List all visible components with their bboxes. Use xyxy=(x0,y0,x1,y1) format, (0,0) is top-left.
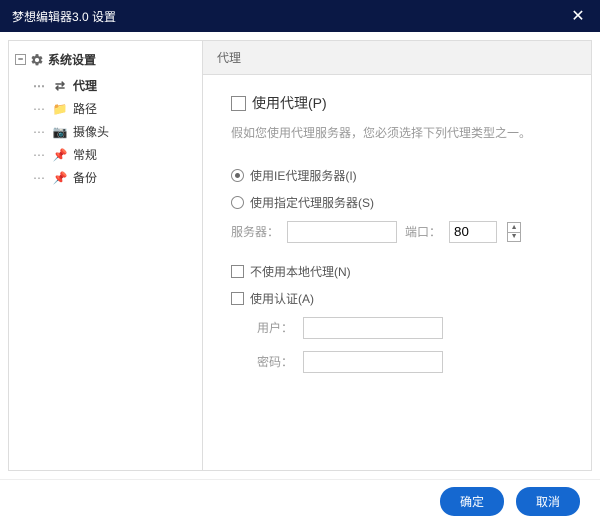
tree-children: ⋯ ⇄ 代理 ⋯ 📁 路径 ⋯ 📷 摄像头 ⋯ 📌 常规 ⋯ 📌 xyxy=(33,74,196,189)
server-input[interactable] xyxy=(287,221,397,243)
folder-icon: 📁 xyxy=(53,102,67,116)
spinner-down-icon[interactable]: ▼ xyxy=(507,232,521,242)
sidebar-item-label: 代理 xyxy=(73,77,97,94)
radio-custom-label: 使用指定代理服务器(S) xyxy=(250,194,374,211)
help-text: 假如您使用代理服务器，您必须选择下列代理类型之一。 xyxy=(231,123,563,145)
port-input[interactable] xyxy=(449,221,497,243)
sidebar-item-label: 摄像头 xyxy=(73,123,109,140)
pass-label: 密码： xyxy=(253,353,293,370)
radio-custom-row[interactable]: 使用指定代理服务器(S) xyxy=(231,194,563,211)
sidebar-item-label: 路径 xyxy=(73,100,97,117)
footer: 确定 取消 xyxy=(0,479,600,523)
sidebar-item-backup[interactable]: ⋯ 📌 备份 xyxy=(33,166,196,189)
radio-ie-label: 使用IE代理服务器(I) xyxy=(250,167,357,184)
spinner-up-icon[interactable]: ▲ xyxy=(507,222,521,232)
use-auth-label: 使用认证(A) xyxy=(250,290,314,307)
sidebar-item-label: 常规 xyxy=(73,146,97,163)
use-auth-row[interactable]: 使用认证(A) xyxy=(231,290,563,307)
sidebar-item-proxy[interactable]: ⋯ ⇄ 代理 xyxy=(33,74,196,97)
server-label: 服务器： xyxy=(231,223,279,240)
content-area: − 系统设置 ⋯ ⇄ 代理 ⋯ 📁 路径 ⋯ 📷 摄像头 ⋯ 📌 xyxy=(0,32,600,479)
use-proxy-label: 使用代理(P) xyxy=(252,93,327,113)
camera-icon: 📷 xyxy=(53,125,67,139)
checkbox-icon[interactable] xyxy=(231,292,244,305)
main-panel: 代理 使用代理(P) 假如您使用代理服务器，您必须选择下列代理类型之一。 使用I… xyxy=(203,40,592,471)
cancel-button[interactable]: 取消 xyxy=(516,487,580,516)
panel-header: 代理 xyxy=(203,41,591,75)
tree-branch-icon: ⋯ xyxy=(33,125,45,139)
panel-body: 使用代理(P) 假如您使用代理服务器，您必须选择下列代理类型之一。 使用IE代理… xyxy=(203,75,591,470)
tree-branch-icon: ⋯ xyxy=(33,171,45,185)
sidebar: − 系统设置 ⋯ ⇄ 代理 ⋯ 📁 路径 ⋯ 📷 摄像头 ⋯ 📌 xyxy=(8,40,203,471)
port-spinner[interactable]: ▲ ▼ xyxy=(507,222,521,242)
checkbox-icon[interactable] xyxy=(231,96,246,111)
sidebar-item-general[interactable]: ⋯ 📌 常规 xyxy=(33,143,196,166)
tree-root[interactable]: − 系统设置 xyxy=(15,51,196,68)
window-title: 梦想编辑器3.0 设置 xyxy=(12,8,116,25)
titlebar: 梦想编辑器3.0 设置 ✕ xyxy=(0,0,600,32)
port-label: 端口： xyxy=(405,223,441,240)
user-input[interactable] xyxy=(303,317,443,339)
no-local-proxy-row[interactable]: 不使用本地代理(N) xyxy=(231,263,563,280)
sidebar-item-label: 备份 xyxy=(73,169,97,186)
pass-row: 密码： xyxy=(253,351,563,373)
gear-icon xyxy=(30,53,44,67)
user-label: 用户： xyxy=(253,319,293,336)
close-icon[interactable]: ✕ xyxy=(568,6,588,26)
swap-icon: ⇄ xyxy=(53,79,67,93)
sidebar-item-camera[interactable]: ⋯ 📷 摄像头 xyxy=(33,120,196,143)
tree-branch-icon: ⋯ xyxy=(33,79,45,93)
tree-root-label: 系统设置 xyxy=(48,51,96,68)
checkbox-icon[interactable] xyxy=(231,265,244,278)
server-row: 服务器： 端口： ▲ ▼ xyxy=(231,221,563,243)
radio-ie-row[interactable]: 使用IE代理服务器(I) xyxy=(231,167,563,184)
ok-button[interactable]: 确定 xyxy=(440,487,504,516)
sidebar-item-path[interactable]: ⋯ 📁 路径 xyxy=(33,97,196,120)
collapse-icon[interactable]: − xyxy=(15,54,26,65)
pass-input[interactable] xyxy=(303,351,443,373)
tree-branch-icon: ⋯ xyxy=(33,102,45,116)
auth-fields: 用户： 密码： xyxy=(253,317,563,373)
tree-branch-icon: ⋯ xyxy=(33,148,45,162)
use-proxy-row[interactable]: 使用代理(P) xyxy=(231,93,563,113)
radio-icon[interactable] xyxy=(231,196,244,209)
user-row: 用户： xyxy=(253,317,563,339)
radio-group: 使用IE代理服务器(I) 使用指定代理服务器(S) xyxy=(231,167,563,211)
pin-icon: 📌 xyxy=(53,148,67,162)
pin-icon: 📌 xyxy=(53,171,67,185)
radio-icon[interactable] xyxy=(231,169,244,182)
no-local-proxy-label: 不使用本地代理(N) xyxy=(250,263,351,280)
